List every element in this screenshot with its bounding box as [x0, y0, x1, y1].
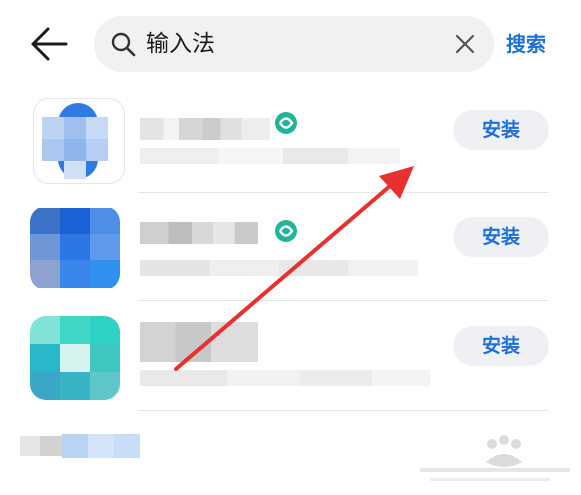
app-name-redacted	[140, 118, 270, 140]
baidu-watermark-logo	[420, 435, 570, 481]
list-item-partial	[20, 432, 140, 460]
search-box[interactable]: 输入法	[94, 16, 494, 72]
search-input[interactable]: 输入法	[146, 16, 215, 72]
list-item[interactable]: 安装	[0, 308, 581, 416]
divider	[138, 300, 549, 301]
divider	[138, 192, 549, 193]
verified-badge-icon	[275, 220, 297, 242]
verified-badge-icon	[275, 112, 297, 134]
install-button[interactable]: 安装	[453, 110, 549, 150]
app-icon	[33, 98, 125, 184]
install-button[interactable]: 安装	[453, 217, 549, 257]
clear-icon[interactable]	[454, 33, 476, 55]
app-name-redacted	[140, 222, 258, 244]
back-arrow-icon	[31, 27, 68, 61]
divider	[138, 410, 549, 411]
app-icon	[30, 206, 120, 290]
app-desc-redacted	[140, 260, 418, 276]
app-desc-redacted	[140, 370, 430, 386]
app-icon	[30, 316, 120, 400]
search-button[interactable]: 搜索	[506, 30, 546, 58]
list-item[interactable]: 安装	[0, 200, 581, 308]
app-desc-redacted	[140, 148, 400, 164]
list-item[interactable]: 安装	[0, 92, 581, 200]
install-button[interactable]: 安装	[453, 326, 549, 366]
search-icon	[111, 32, 136, 57]
back-button[interactable]	[28, 26, 72, 62]
app-name-redacted	[140, 322, 258, 362]
